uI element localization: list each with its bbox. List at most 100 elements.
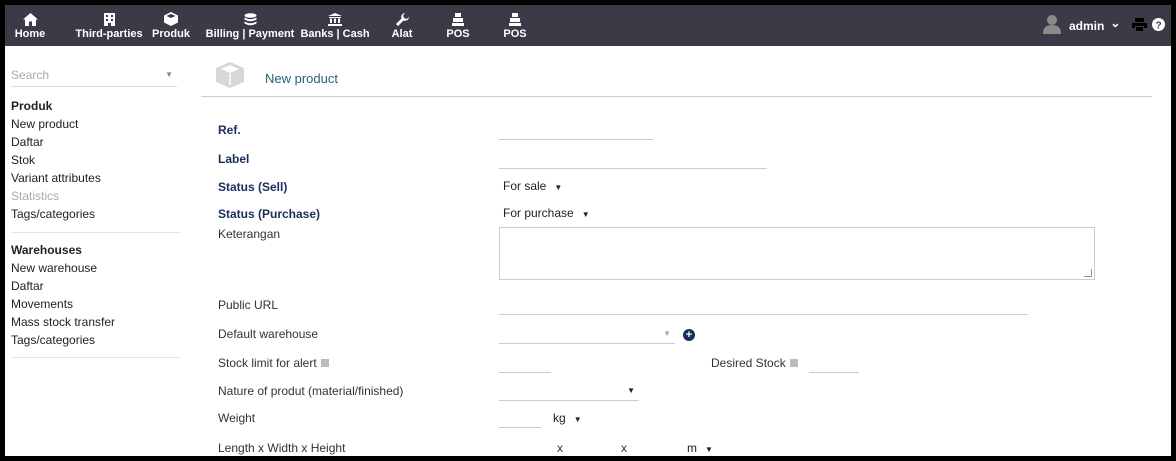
description-label: Keterangan: [218, 227, 281, 241]
menu-banks-cash-label: Banks | Cash: [300, 28, 370, 40]
user-menu[interactable]: admin ⌄: [1043, 5, 1120, 46]
menu-third-parties-label: Third-parties: [75, 28, 143, 40]
menu-third-parties[interactable]: Third-parties: [69, 5, 149, 46]
description-textarea[interactable]: [499, 227, 1095, 280]
caret-down-icon: ▼: [627, 386, 635, 395]
dimension-unit-select[interactable]: m ▼: [687, 439, 713, 456]
chevron-down-icon: ⌄: [1110, 15, 1121, 30]
length-input[interactable]: [499, 439, 551, 456]
menu-banks-cash[interactable]: Banks | Cash: [300, 5, 370, 46]
label-input[interactable]: [499, 150, 767, 169]
stock-limit-label: Stock limit for alert: [218, 356, 329, 370]
desired-stock-label: Desired Stock: [711, 356, 798, 370]
weight-label: Weight: [218, 411, 256, 425]
printer-icon: [1132, 17, 1147, 34]
menu-alat-label: Alat: [391, 28, 413, 40]
status-purchase-label: Status (Purchase): [218, 207, 321, 221]
dimension-unit-value: m: [687, 441, 697, 455]
status-sell-select[interactable]: For sale ▼: [503, 177, 562, 195]
caret-down-icon: ▼: [554, 183, 563, 192]
menu-pos-1-label: POS: [446, 28, 470, 40]
weight-input[interactable]: [499, 409, 541, 428]
menu-produk[interactable]: Produk: [151, 5, 191, 46]
user-name: admin: [1069, 18, 1105, 33]
info-icon: [320, 358, 329, 367]
default-warehouse-select[interactable]: ▼: [499, 325, 675, 344]
search-input[interactable]: [11, 66, 151, 84]
weight-unit-value: kg: [553, 411, 566, 425]
weight-unit-select[interactable]: kg ▼: [553, 409, 582, 427]
default-warehouse-label: Default warehouse: [218, 327, 319, 341]
sidebar-item-statistics: Statistics: [11, 189, 60, 203]
width-input[interactable]: [564, 439, 616, 456]
sidebar-item-new-warehouse[interactable]: New warehouse: [11, 259, 181, 277]
coins-icon: [244, 11, 257, 27]
product-box-icon: [215, 61, 245, 92]
svg-text:?: ?: [1155, 20, 1161, 31]
dimensions-label: Length x Width x Height: [218, 441, 346, 455]
chevron-down-icon: ▼: [663, 329, 671, 338]
sidebar-divider: [11, 357, 181, 358]
sidebar-item-movements[interactable]: Movements: [11, 295, 181, 313]
dimension-separator: x: [621, 441, 627, 455]
add-warehouse-button[interactable]: +: [683, 329, 695, 341]
nature-label: Nature of produt (material/finished): [218, 384, 404, 398]
menu-home[interactable]: Home: [13, 5, 47, 46]
menu-pos-2-label: POS: [503, 28, 527, 40]
top-menu-bar: Home Third-parties Produk Billing | Paym…: [5, 5, 1171, 46]
menu-home-label: Home: [14, 28, 46, 40]
chevron-down-icon[interactable]: ▼: [165, 70, 173, 79]
sidebar-item-warehouse-tags[interactable]: Tags/categories: [11, 331, 181, 349]
sidebar-item-product-tags[interactable]: Tags/categories: [11, 205, 181, 223]
info-icon: [789, 358, 798, 367]
print-button[interactable]: [1132, 5, 1147, 46]
desired-stock-input[interactable]: [809, 354, 859, 373]
menu-alat[interactable]: Alat: [390, 5, 414, 46]
sidebar-warehouses-section: Warehouses New warehouse Daftar Movement…: [11, 241, 181, 349]
nature-select[interactable]: ▼: [499, 382, 639, 401]
sidebar-item-product-list[interactable]: Daftar: [11, 133, 181, 151]
sidebar-item-stock[interactable]: Stok: [11, 151, 181, 169]
ref-input[interactable]: [499, 121, 653, 140]
public-url-label: Public URL: [218, 298, 279, 312]
sidebar-item-new-product[interactable]: New product: [11, 115, 181, 133]
dimension-separator: x: [557, 441, 563, 455]
help-button[interactable]: ?: [1152, 5, 1165, 46]
wrench-icon: [395, 11, 409, 27]
height-input[interactable]: [628, 439, 680, 456]
status-sell-value: For sale: [503, 179, 547, 193]
menu-billing-payment[interactable]: Billing | Payment: [205, 5, 295, 46]
sidebar-item-variant-attributes[interactable]: Variant attributes: [11, 169, 181, 187]
cash-register-icon: [509, 11, 521, 27]
sidebar-item-mass-stock-transfer[interactable]: Mass stock transfer: [11, 313, 181, 331]
label-label: Label: [218, 152, 250, 166]
resize-handle-icon[interactable]: [1084, 269, 1092, 277]
sidebar-title-warehouses[interactable]: Warehouses: [11, 241, 181, 259]
caret-down-icon: ▼: [705, 445, 713, 454]
menu-produk-label: Produk: [152, 28, 190, 40]
user-avatar-icon: [1043, 14, 1061, 37]
bank-icon: [328, 11, 342, 27]
left-sidebar: ▼ Produk New product Daftar Stok Variant…: [5, 46, 185, 456]
sidebar-title-products[interactable]: Produk: [11, 97, 181, 115]
page-header: New product: [201, 56, 1152, 97]
stock-limit-label-text: Stock limit for alert: [218, 356, 317, 370]
status-purchase-select[interactable]: For purchase ▼: [503, 204, 590, 222]
menu-pos-2[interactable]: POS: [502, 5, 528, 46]
menu-pos-1[interactable]: POS: [445, 5, 471, 46]
caret-down-icon: ▼: [581, 210, 590, 219]
app-frame: Home Third-parties Produk Billing | Paym…: [5, 5, 1171, 456]
stock-limit-input[interactable]: [499, 354, 551, 373]
question-circle-icon: ?: [1152, 17, 1165, 34]
main-content: New product Ref. Label Status (Sell) For…: [201, 46, 1161, 456]
status-purchase-value: For purchase: [503, 206, 574, 220]
public-url-input[interactable]: [499, 296, 1028, 315]
desired-stock-label-text: Desired Stock: [711, 356, 786, 370]
sidebar-divider: [11, 232, 181, 233]
cash-register-icon: [452, 11, 464, 27]
status-sell-label: Status (Sell): [218, 180, 288, 194]
plus-icon: +: [685, 329, 693, 341]
sidebar-search[interactable]: ▼: [11, 66, 177, 87]
building-icon: [103, 11, 115, 27]
sidebar-item-warehouse-list[interactable]: Daftar: [11, 277, 181, 295]
